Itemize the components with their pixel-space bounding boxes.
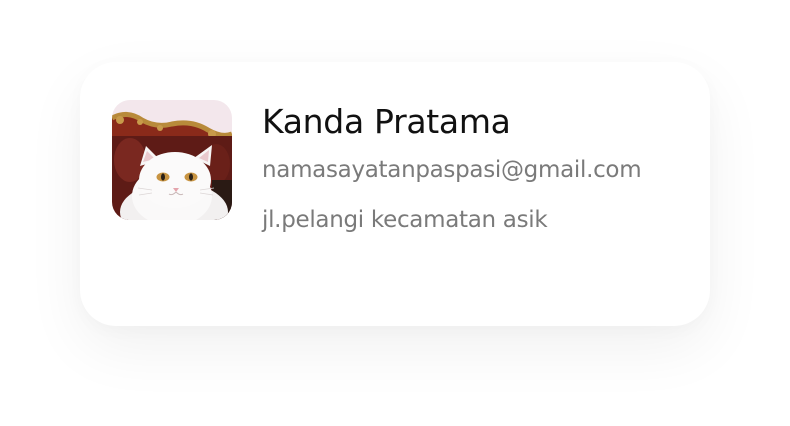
profile-info: Kanda Pratama namasayatanpaspasi@gmail.c… (262, 102, 692, 234)
profile-email: namasayatanpaspasi@gmail.com (262, 157, 642, 183)
profile-name: Kanda Pratama (262, 102, 511, 141)
profile-address: jl.pelangi kecamatan asik (262, 207, 548, 233)
avatar (112, 100, 232, 220)
profile-card: Kanda Pratama namasayatanpaspasi@gmail.c… (80, 62, 710, 326)
page: Kanda Pratama namasayatanpaspasi@gmail.c… (0, 0, 790, 426)
